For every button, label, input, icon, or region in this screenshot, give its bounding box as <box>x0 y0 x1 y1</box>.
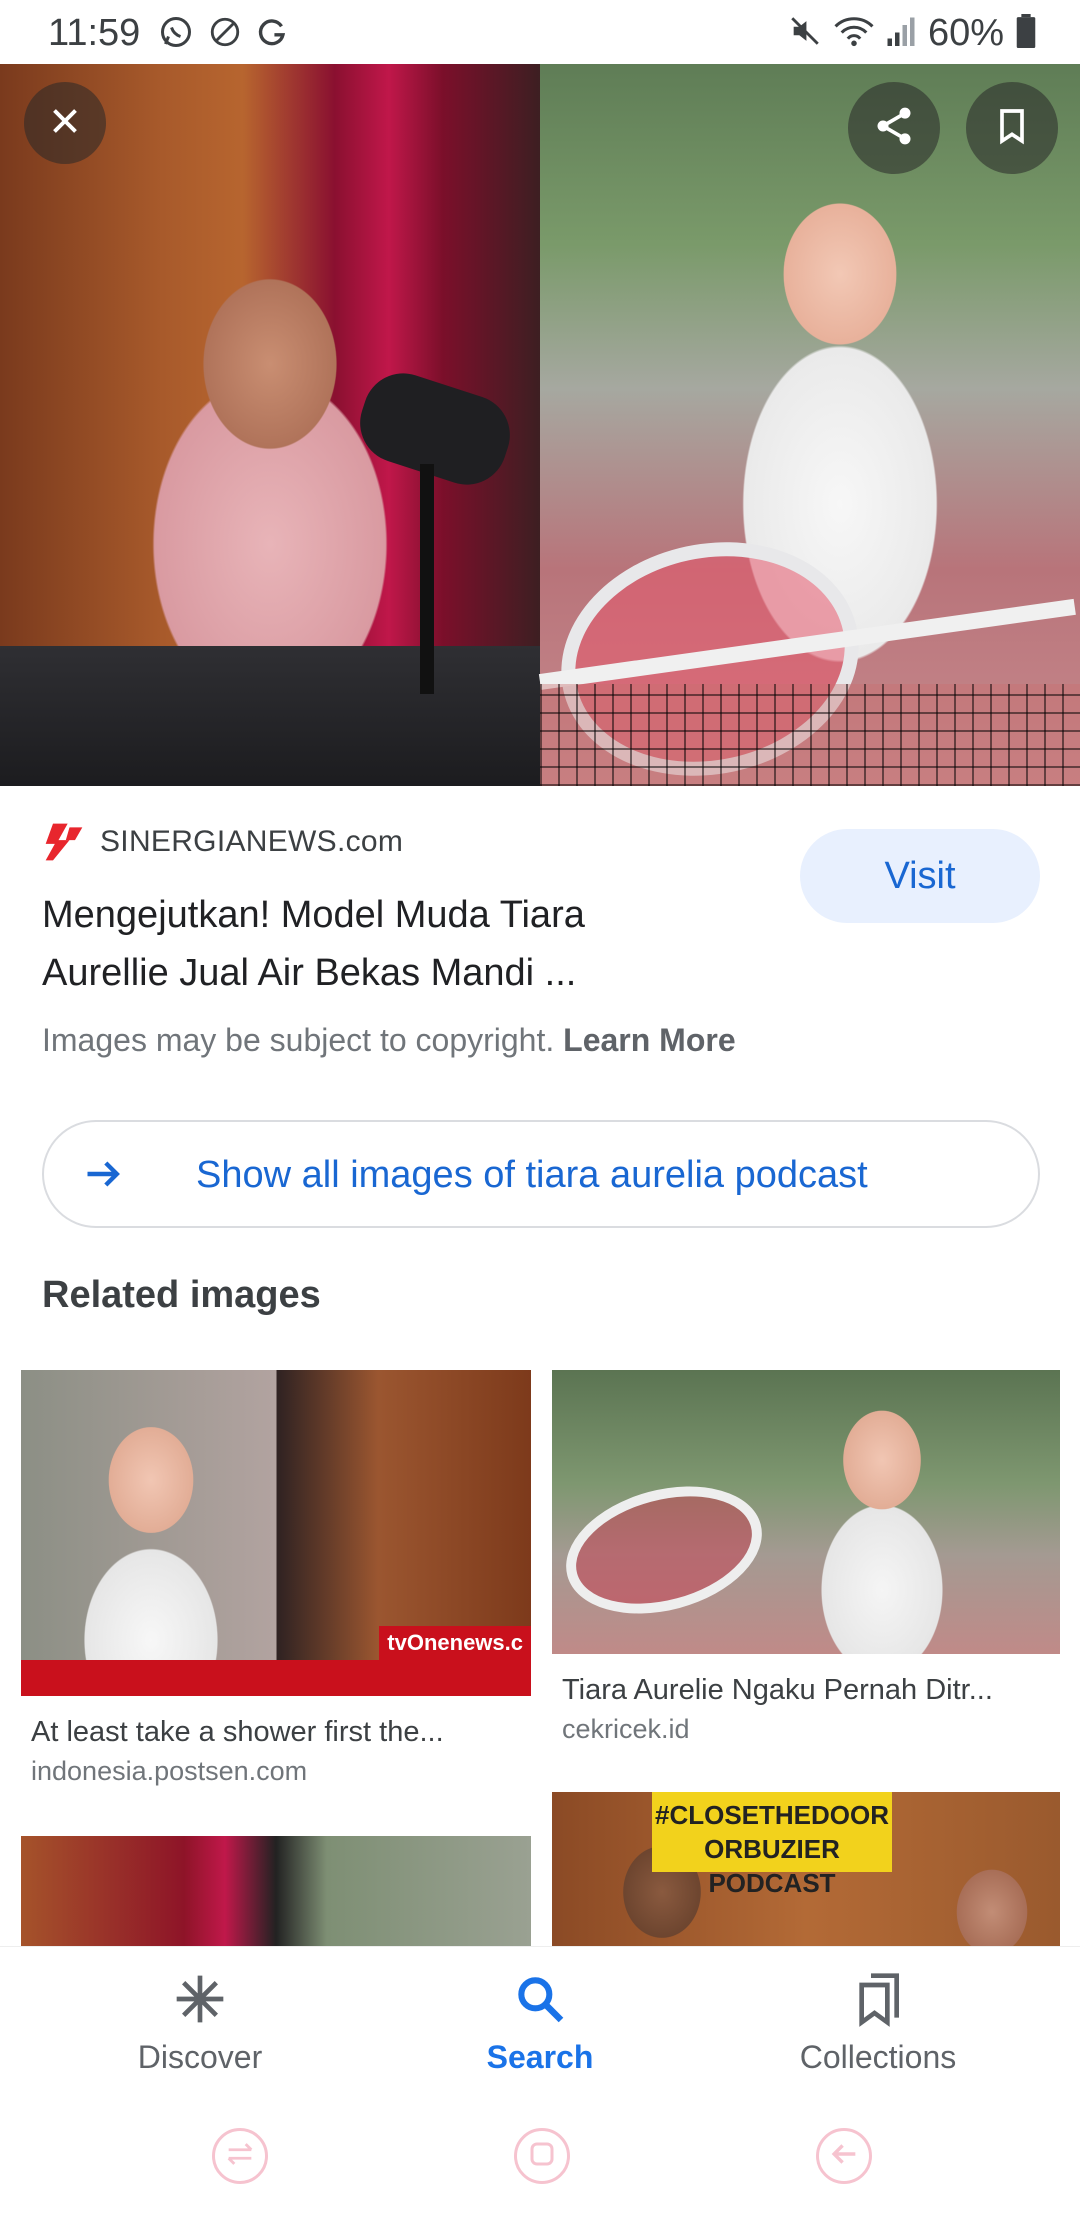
show-all-images-button[interactable]: Show all images of tiara aurelia podcast <box>42 1120 1040 1228</box>
podcast-banner: #CLOSETHEDOOR ORBUZIER PODCAST <box>652 1792 892 1898</box>
whatsapp-icon <box>158 14 194 55</box>
result-title-line-1: Mengejutkan! Model Muda Tiara <box>42 894 585 936</box>
result-title[interactable]: Mengejutkan! Model Muda Tiara Aurellie J… <box>42 886 742 1002</box>
close-button[interactable] <box>24 82 106 164</box>
copyright-notice: Images may be subject to copyright. Lear… <box>42 1022 736 1059</box>
nav-collections-label: Collections <box>799 2039 957 2075</box>
related-image-1-title[interactable]: At least take a shower first the... <box>31 1716 531 1749</box>
microphone-stand-shape <box>420 464 434 694</box>
do-not-disturb-icon <box>208 15 242 54</box>
tvonenews-logo: tvOnenews.c <box>379 1626 531 1660</box>
nav-search[interactable]: Search <box>390 1947 690 2097</box>
show-all-label: Show all images of tiara aurelia podcast <box>196 1154 868 1196</box>
battery-percent: 60% <box>927 12 1004 54</box>
close-icon <box>47 103 83 144</box>
home-icon <box>527 2139 557 2174</box>
back-button[interactable] <box>816 2128 872 2184</box>
racket-shape <box>552 1466 777 1634</box>
battery-icon <box>1016 14 1036 53</box>
source-row[interactable]: SINERGIANEWS.com <box>42 820 403 864</box>
status-system-icons: 60% <box>788 12 1036 55</box>
net-shape <box>540 684 1080 786</box>
signal-icon <box>886 14 916 53</box>
related-image-1-source: indonesia.postsen.com <box>31 1756 308 1786</box>
related-image-2-source: cekricek.id <box>562 1714 690 1744</box>
mute-icon <box>788 14 822 53</box>
recent-apps-icon <box>223 2137 257 2176</box>
recent-apps-button[interactable] <box>212 2128 268 2184</box>
bookmark-icon <box>992 104 1032 153</box>
home-button[interactable] <box>514 2128 570 2184</box>
share-icon <box>872 104 916 153</box>
collections-icon <box>850 1971 906 2032</box>
news-bar-shape <box>21 1660 531 1696</box>
image-preview[interactable] <box>0 64 1080 786</box>
related-images-heading: Related images <box>42 1274 321 1316</box>
status-bar: 11:59 60% <box>0 0 1080 64</box>
related-image-4[interactable]: #CLOSETHEDOOR ORBUZIER PODCAST <box>552 1792 1060 1946</box>
nav-discover[interactable]: Discover <box>50 1947 350 2097</box>
source-logo-icon <box>42 820 86 864</box>
arrow-right-icon <box>82 1152 126 1201</box>
related-image-3[interactable] <box>21 1836 531 1946</box>
status-time: 11:59 <box>48 12 141 54</box>
status-notification-icons <box>158 14 290 55</box>
related-image-1[interactable]: tvOnenews.c <box>21 1370 531 1696</box>
copyright-text: Images may be subject to copyright. <box>42 1022 555 1058</box>
grammarly-icon <box>256 15 290 54</box>
related-image-2-title[interactable]: Tiara Aurelie Ngaku Pernah Ditr... <box>562 1674 1060 1707</box>
nav-discover-label: Discover <box>137 2039 263 2075</box>
result-title-line-2: Aurellie Jual Air Bekas Mandi ... <box>42 952 577 994</box>
asterisk-icon <box>172 1971 228 2032</box>
related-image-2[interactable] <box>552 1370 1060 1654</box>
source-name[interactable]: SINERGIANEWS.com <box>100 825 403 859</box>
save-button[interactable] <box>966 82 1058 174</box>
bottom-navigation: Discover Search Collections <box>0 1946 1080 2096</box>
nav-search-label: Search <box>486 2039 594 2075</box>
share-button[interactable] <box>848 82 940 174</box>
wifi-icon <box>834 14 874 53</box>
nav-collections[interactable]: Collections <box>728 1947 1028 2097</box>
search-icon <box>512 1971 568 2032</box>
back-arrow-icon <box>827 2137 861 2176</box>
learn-more-link[interactable]: Learn More <box>563 1022 735 1058</box>
visit-button[interactable]: Visit <box>800 829 1040 923</box>
